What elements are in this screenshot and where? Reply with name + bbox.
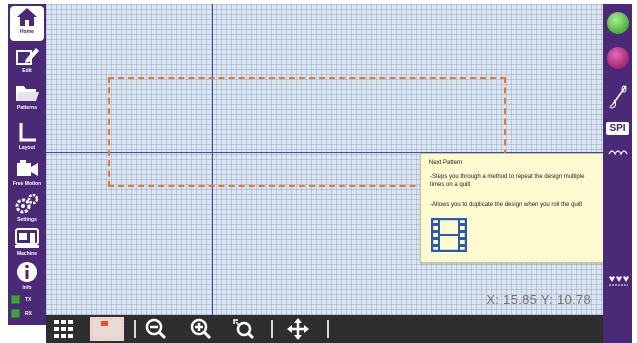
needle-thread-icon (609, 85, 627, 109)
camera-icon (17, 160, 38, 176)
nav-machine[interactable]: Machine (8, 226, 46, 264)
tooltip-title: Next Pattern (429, 160, 463, 166)
folder-icon (16, 86, 39, 101)
move-button[interactable] (286, 318, 310, 340)
rx-label: RX (25, 310, 32, 317)
nav-label: Home (20, 29, 34, 35)
nav-patterns[interactable]: Patterns (8, 82, 46, 120)
grid-button[interactable] (53, 319, 75, 339)
info-icon (17, 262, 37, 282)
home-icon (17, 8, 37, 26)
tx-indicator[interactable]: TX (11, 294, 45, 305)
zoom-out-icon (145, 318, 167, 340)
layout-icon (19, 123, 36, 142)
sewing-machine-icon (15, 228, 39, 248)
spi-button[interactable]: SPI (603, 118, 632, 138)
next-pattern-tooltip: Next Pattern -Steps you through a method… (420, 153, 604, 263)
rx-indicator[interactable]: RX (11, 308, 45, 319)
status-green-button[interactable] (603, 10, 632, 36)
tx-label: TX (25, 296, 32, 303)
right-sidebar: SPI (603, 4, 632, 343)
nav-settings[interactable]: Settings (8, 192, 46, 230)
zoom-fit-button[interactable] (232, 319, 256, 340)
nav-free-motion[interactable]: Free Motion (8, 158, 46, 196)
zoom-fit-icon (233, 319, 255, 340)
nav-layout[interactable]: Layout (8, 120, 46, 158)
grid-icon (54, 320, 73, 338)
nav-label: Free Motion (12, 181, 42, 187)
pattern-hearts-button[interactable] (603, 274, 632, 288)
magenta-status-icon (606, 47, 629, 69)
film-strip-icon (431, 218, 467, 252)
toolbar-separator (271, 320, 273, 338)
nav-label: Patterns (16, 105, 37, 111)
toolbar-separator (134, 320, 136, 338)
coordinate-readout: X: 15.85 Y: 10.78 (486, 292, 591, 307)
move-icon (287, 318, 309, 340)
stitch-pattern-icon (607, 150, 628, 156)
green-status-icon (606, 12, 629, 34)
tooltip-description-1: -Steps you through a method to repeat th… (430, 174, 585, 188)
left-sidebar: Home Edit Patterns Layout Free Motion Se… (8, 4, 46, 325)
nav-edit[interactable]: Edit (8, 45, 46, 83)
zoom-out-button[interactable] (145, 318, 167, 340)
zoom-in-button[interactable] (190, 318, 212, 340)
nav-home[interactable]: Home (8, 6, 46, 44)
toolbar-separator (327, 320, 329, 338)
nav-label: Edit (22, 68, 32, 74)
pattern-thumbnail-button[interactable] (90, 317, 124, 341)
rx-status-square (11, 309, 20, 318)
spi-label: SPI (606, 121, 629, 135)
tx-status-square (11, 295, 20, 304)
pattern-hearts-icon (608, 276, 629, 286)
zoom-in-icon (190, 318, 212, 340)
nav-label: Layout (18, 145, 36, 151)
tooltip-description-2: -Allows you to duplicate the design when… (430, 202, 583, 208)
needle-button[interactable] (603, 83, 632, 111)
gears-icon (15, 193, 39, 214)
edit-icon (16, 48, 39, 65)
nav-info[interactable]: Info (8, 260, 46, 298)
stitch-pattern-button[interactable] (603, 147, 632, 157)
status-magenta-button[interactable] (603, 45, 632, 71)
bottom-toolbar (46, 315, 603, 343)
nav-label: Settings (17, 217, 37, 223)
pattern-thumbnail-icon (90, 317, 124, 341)
nav-label: Info (22, 285, 32, 291)
nav-label: Machine (16, 251, 37, 257)
